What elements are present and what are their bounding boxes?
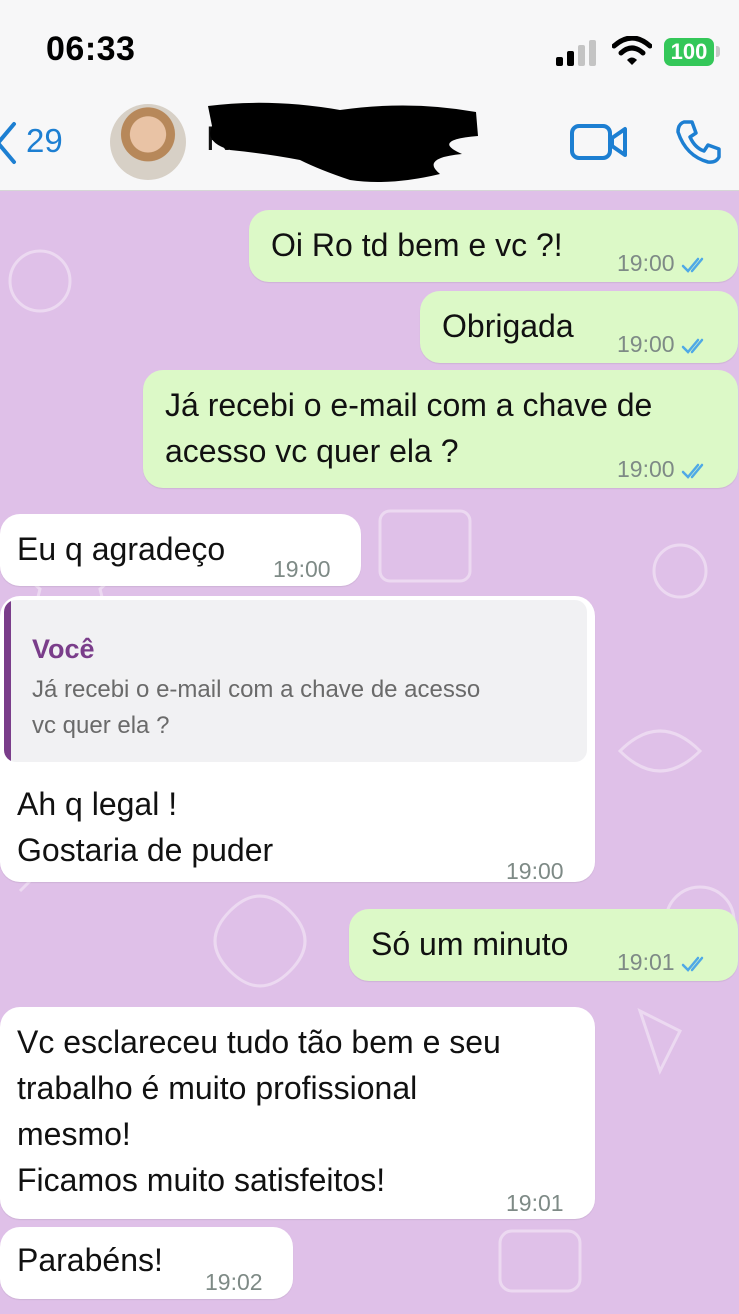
chat-header: 29 R... Igreja xyxy=(0,100,739,191)
message-bubble-incoming[interactable]: Você Já recebi o e-mail com a chave de a… xyxy=(0,596,595,884)
message-bubble-outgoing[interactable]: Já recebi o e-mail com a chave de acesso… xyxy=(143,370,738,488)
message-bubble-incoming[interactable]: Vc esclareceu tudo tão bem e seu trabalh… xyxy=(0,1007,595,1219)
chevron-left-icon[interactable] xyxy=(0,120,20,166)
message-meta: 19:00 xyxy=(617,240,711,286)
message-time: 19:02 xyxy=(205,1269,263,1295)
message-text: Obrigada xyxy=(442,308,574,344)
message-meta: 19:00 xyxy=(617,446,711,492)
battery-indicator: 100 xyxy=(664,38,714,66)
contact-avatar[interactable] xyxy=(110,104,186,180)
quote-text: Já recebi o e-mail com a chave de acesso… xyxy=(32,676,481,739)
back-unread-count[interactable]: 29 xyxy=(26,122,63,160)
message-bubble-outgoing[interactable]: Só um minuto 19:01 xyxy=(349,909,738,981)
message-text: Só um minuto xyxy=(371,926,569,962)
read-receipt-icon xyxy=(681,257,703,273)
message-bubble-incoming[interactable]: Eu q agradeço 19:00 xyxy=(0,514,361,586)
quoted-message[interactable]: Você Já recebi o e-mail com a chave de a… xyxy=(4,600,587,762)
wifi-icon xyxy=(612,36,652,65)
message-bubble-outgoing[interactable]: Obrigada 19:00 xyxy=(420,291,738,363)
message-time: 19:01 xyxy=(617,949,675,975)
message-time: 19:01 xyxy=(506,1190,564,1216)
message-bubble-outgoing[interactable]: Oi Ro td bem e vc ?! 19:00 xyxy=(249,210,738,282)
read-receipt-icon xyxy=(681,463,703,479)
message-text: Já recebi o e-mail com a chave de acesso… xyxy=(165,387,653,469)
read-receipt-icon xyxy=(681,338,703,354)
quote-accent-bar xyxy=(4,600,11,762)
quote-author: Você xyxy=(32,634,95,664)
message-time: 19:00 xyxy=(617,331,675,357)
message-bubble-incoming[interactable]: Parabéns! 19:02 xyxy=(0,1227,293,1299)
status-time: 06:33 xyxy=(46,30,136,68)
message-time: 19:00 xyxy=(506,858,564,884)
message-list[interactable]: Oi Ro td bem e vc ?! 19:00 Obrigada 19:0… xyxy=(0,191,739,1314)
message-time: 19:00 xyxy=(617,250,675,276)
redaction-mark xyxy=(208,102,478,182)
message-text: Vc esclareceu tudo tão bem e seu trabalh… xyxy=(17,1024,501,1198)
status-bar: 06:33 100 xyxy=(0,0,739,100)
message-text: Ah q legal ! Gostaria de puder xyxy=(17,786,274,868)
message-meta: 19:00 xyxy=(617,321,711,367)
message-text: Eu q agradeço xyxy=(17,531,226,567)
video-call-icon[interactable] xyxy=(570,122,628,162)
message-time: 19:00 xyxy=(617,456,675,482)
message-text: Oi Ro td bem e vc ?! xyxy=(271,227,563,263)
message-meta: 19:01 xyxy=(617,939,711,985)
phone-call-icon[interactable] xyxy=(674,118,722,166)
battery-tip xyxy=(716,46,720,57)
cellular-signal-icon xyxy=(556,40,596,66)
message-time: 19:00 xyxy=(273,556,331,582)
read-receipt-icon xyxy=(681,956,703,972)
message-text: Parabéns! xyxy=(17,1242,163,1278)
chat-screen: 06:33 100 29 R... Igreja xyxy=(0,0,739,1314)
